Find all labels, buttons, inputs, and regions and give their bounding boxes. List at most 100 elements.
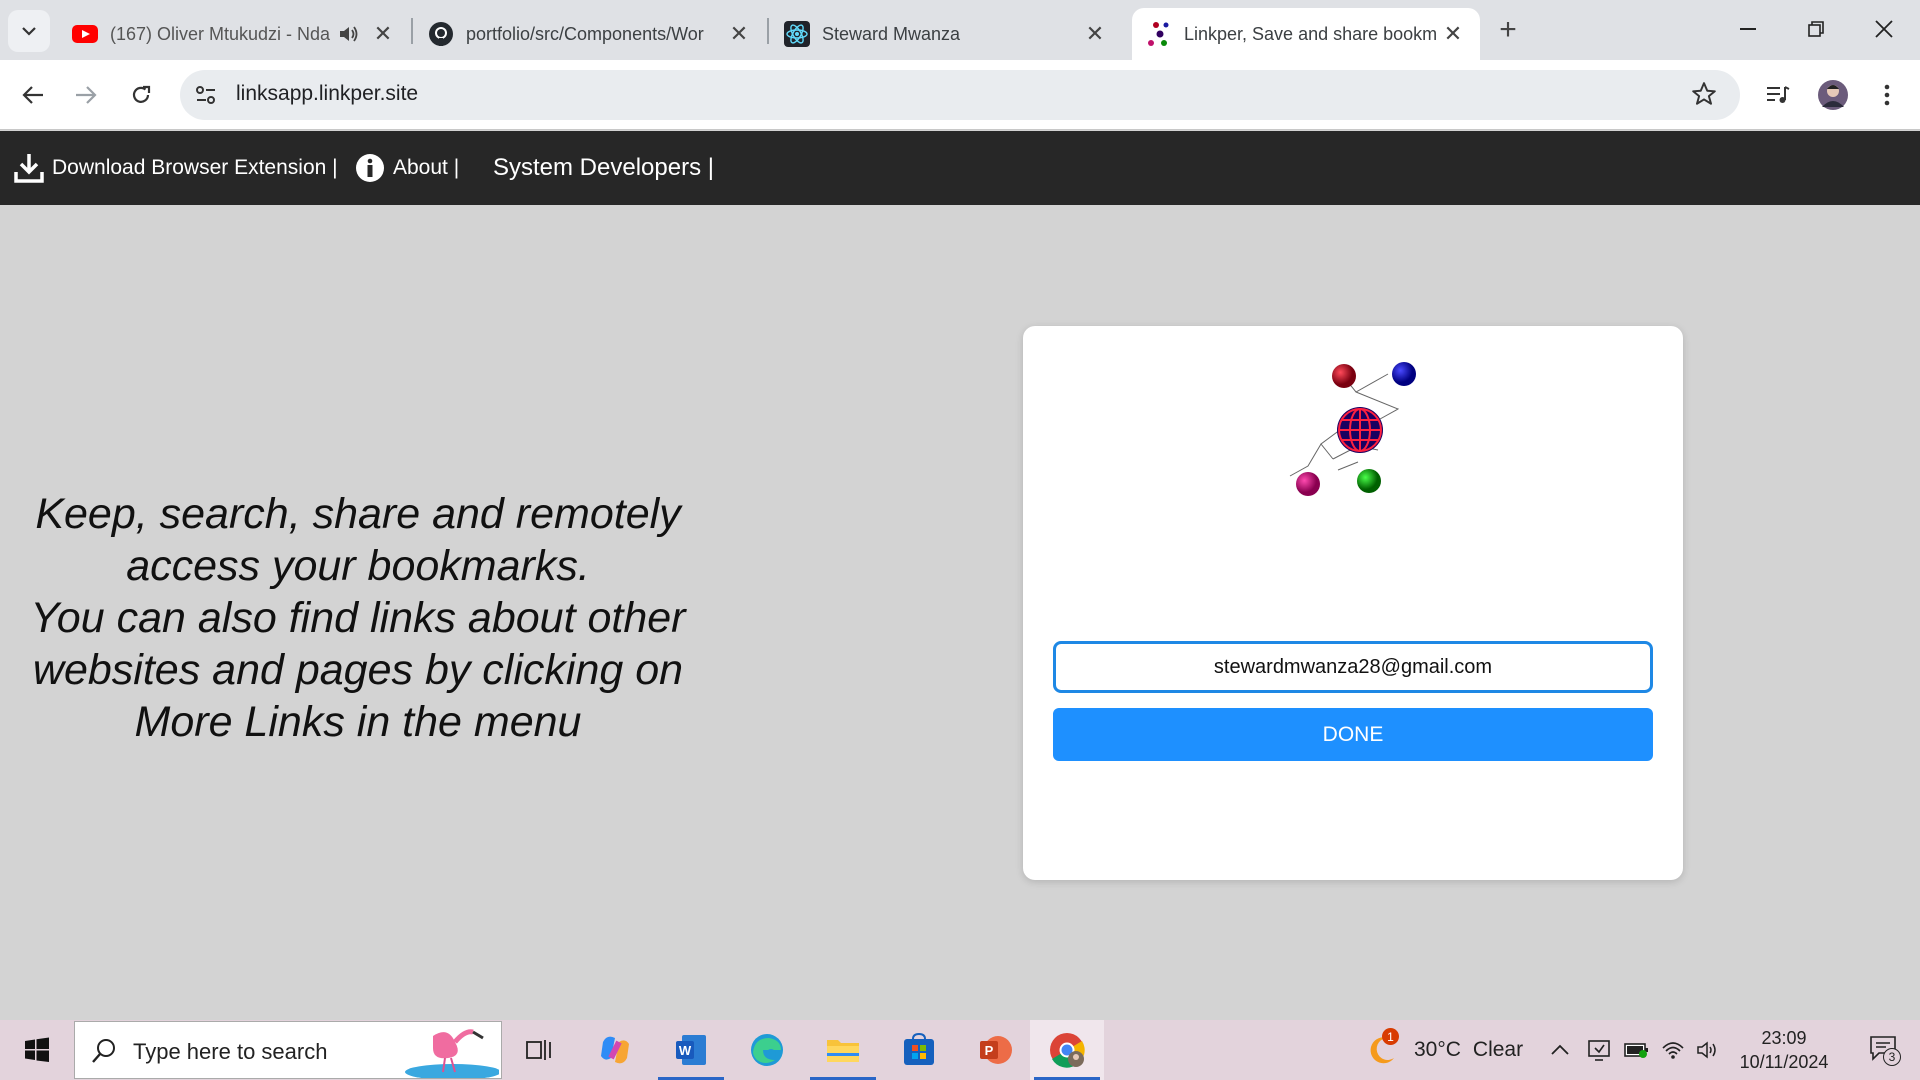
task-view-button[interactable]	[502, 1020, 576, 1080]
flamingo-illustration	[405, 1029, 499, 1078]
folder-icon	[827, 1040, 859, 1062]
tab-github[interactable]: portfolio/src/Components/Wor ✕	[414, 8, 766, 60]
done-button[interactable]: DONE	[1053, 708, 1653, 761]
download-extension-link[interactable]: Download Browser Extension |	[14, 131, 338, 205]
site-navbar: Download Browser Extension | About | Sys…	[0, 131, 1920, 205]
bookmark-star-icon[interactable]	[1691, 81, 1717, 112]
chrome-icon	[1050, 1033, 1085, 1068]
close-tab-icon[interactable]: ✕	[370, 21, 396, 47]
taskbar: Type here to search W P 1 30°C Clear 23:…	[0, 1020, 1920, 1080]
chevron-down-icon	[22, 27, 36, 36]
weather-temp: 30°C	[1414, 1038, 1461, 1061]
taskbar-search[interactable]: Type here to search	[74, 1021, 502, 1079]
tab-steward-mwanza[interactable]: Steward Mwanza ✕	[770, 8, 1122, 60]
forward-button[interactable]	[66, 75, 106, 115]
close-tab-icon[interactable]: ✕	[726, 21, 752, 47]
close-tab-icon[interactable]: ✕	[1440, 21, 1466, 47]
task-view-icon	[526, 1040, 551, 1060]
edge-button[interactable]	[730, 1020, 804, 1080]
weather-widget[interactable]: 1 30°C Clear	[1364, 1020, 1523, 1080]
avatar-icon	[1818, 80, 1848, 110]
tab-separator	[411, 18, 413, 44]
info-icon	[356, 154, 384, 182]
monitor-sync-icon	[1588, 1040, 1610, 1061]
file-explorer-button[interactable]	[806, 1020, 880, 1080]
notification-center-button[interactable]: 3	[1858, 1020, 1910, 1080]
weather-desc: Clear	[1472, 1038, 1524, 1061]
restore-button[interactable]	[1782, 0, 1850, 58]
profile-avatar[interactable]	[1813, 75, 1853, 115]
chevron-up-icon	[1551, 1044, 1569, 1055]
site-info-icon[interactable]	[194, 83, 218, 112]
battery-charging-icon	[1624, 1043, 1648, 1058]
edge-icon	[751, 1034, 783, 1066]
start-button[interactable]	[0, 1020, 74, 1080]
media-control-button[interactable]	[1758, 75, 1798, 115]
tab-strip: (167) Oliver Mtukudzi - Nda ✕ portfolio/…	[0, 0, 1920, 60]
tab-youtube[interactable]: (167) Oliver Mtukudzi - Nda ✕	[58, 8, 410, 60]
minimize-icon	[1740, 28, 1756, 30]
linkper-logo	[1289, 362, 1416, 496]
linkper-icon	[1146, 21, 1172, 47]
download-icon	[14, 154, 44, 183]
close-icon	[1875, 20, 1893, 38]
tray-battery[interactable]	[1624, 1020, 1650, 1080]
back-button[interactable]	[13, 75, 53, 115]
powerpoint-icon: P	[980, 1036, 1012, 1064]
tab-title: (167) Oliver Mtukudzi - Nda	[110, 23, 331, 44]
tab-search-button[interactable]	[8, 10, 50, 52]
microsoft-store-button[interactable]	[882, 1020, 956, 1080]
hero-line-1: Keep, search, share and remotely access …	[35, 490, 681, 590]
tab-separator	[767, 18, 769, 44]
tab-linkper[interactable]: Linkper, Save and share bookm ✕	[1132, 8, 1480, 60]
tray-wifi[interactable]	[1661, 1020, 1685, 1080]
arrow-left-icon	[22, 86, 43, 104]
clock[interactable]: 23:09 10/11/2024	[1732, 1020, 1836, 1080]
close-window-button[interactable]	[1850, 0, 1918, 58]
reload-icon	[132, 85, 151, 103]
weather-alert-badge: 1	[1382, 1028, 1399, 1045]
react-icon	[784, 21, 810, 47]
browser-menu-button[interactable]	[1867, 75, 1907, 115]
hero-line-2: You can also find links about other webs…	[30, 594, 686, 746]
svg-text:P: P	[985, 1043, 994, 1058]
tab-title: portfolio/src/Components/Wor	[466, 23, 704, 44]
clock-date: 10/11/2024	[1739, 1052, 1829, 1072]
word-icon: W	[676, 1035, 706, 1065]
download-extension-label: Download Browser Extension |	[52, 156, 338, 179]
chrome-button[interactable]	[1030, 1020, 1104, 1080]
media-queue-icon	[1767, 86, 1790, 103]
close-tab-icon[interactable]: ✕	[1082, 21, 1108, 47]
notification-count-badge: 3	[1883, 1048, 1901, 1066]
audio-playing-icon[interactable]	[338, 25, 358, 43]
volume-icon	[1697, 1041, 1716, 1059]
reload-button[interactable]	[121, 75, 161, 115]
show-hidden-icons[interactable]	[1550, 1020, 1570, 1080]
word-button[interactable]: W	[654, 1020, 728, 1080]
tray-volume[interactable]	[1696, 1020, 1720, 1080]
powerpoint-button[interactable]: P	[958, 1020, 1032, 1080]
more-vertical-icon	[1884, 84, 1890, 106]
clock-time: 23:09	[1761, 1028, 1807, 1048]
system-developers-label: System Developers |	[493, 154, 714, 181]
new-tab-button[interactable]: +	[1490, 12, 1526, 48]
github-icon	[428, 21, 454, 47]
tray-network-drive[interactable]	[1587, 1020, 1611, 1080]
globe-icon	[1337, 407, 1383, 453]
about-label: About |	[393, 156, 460, 179]
wifi-icon	[1662, 1042, 1684, 1059]
arrow-right-icon	[76, 86, 97, 104]
tab-title: Linkper, Save and share bookm	[1184, 23, 1438, 44]
minimize-button[interactable]	[1714, 0, 1782, 58]
system-developers-link[interactable]: System Developers |	[493, 131, 714, 205]
url-text: linksapp.linkper.site	[236, 82, 419, 105]
about-link[interactable]: About |	[355, 131, 459, 205]
restore-icon	[1808, 21, 1824, 37]
taskbar-search-placeholder: Type here to search	[133, 1039, 328, 1064]
copilot-button[interactable]	[578, 1020, 652, 1080]
signin-card: DONE	[1023, 326, 1683, 880]
email-input[interactable]	[1053, 641, 1653, 693]
search-icon	[92, 1039, 115, 1063]
address-bar[interactable]: linksapp.linkper.site	[180, 70, 1740, 120]
youtube-icon	[72, 21, 98, 47]
